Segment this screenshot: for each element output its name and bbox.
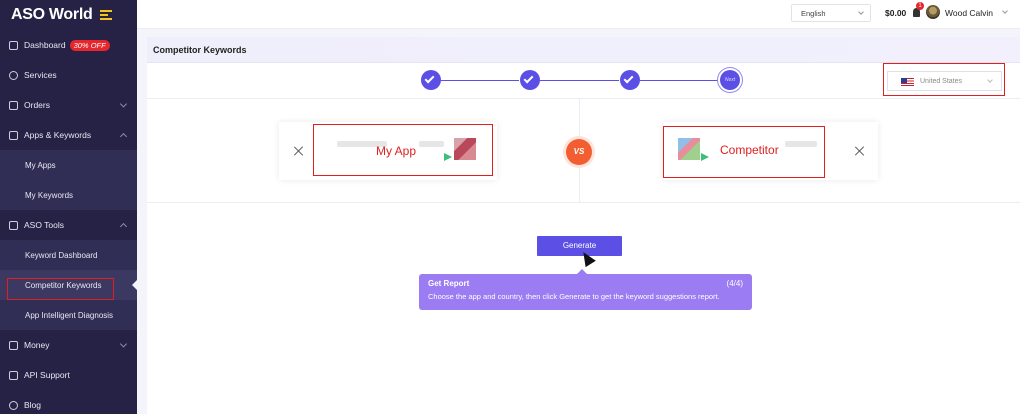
sidebar-item-label: Services <box>24 70 57 80</box>
services-icon <box>9 70 18 80</box>
chevron-down-icon <box>119 100 128 108</box>
sidebar-item-blog[interactable]: Blog <box>0 390 137 414</box>
money-icon <box>9 340 18 350</box>
step-progress: Next United States <box>147 63 1020 99</box>
aso-tools-icon <box>9 220 18 230</box>
chevron-down-icon[interactable] <box>1002 8 1008 14</box>
step-connector <box>441 80 519 82</box>
close-icon[interactable] <box>855 146 865 156</box>
step-4-current: Next <box>720 70 740 90</box>
tooltip-step-counter: (4/4) <box>726 279 743 288</box>
orders-icon <box>9 100 18 110</box>
sidebar-item-label: Dashboard <box>24 40 66 50</box>
page-title: Competitor Keywords <box>147 37 1020 63</box>
step-1-complete <box>421 70 441 90</box>
avatar[interactable] <box>926 5 940 19</box>
highlight-box-country <box>883 63 1005 96</box>
app-comparison: My App VS Competitor <box>147 99 1020 203</box>
sidebar-item-api-support[interactable]: API Support <box>0 360 137 390</box>
user-name[interactable]: Wood Calvin <box>945 8 993 18</box>
chevron-up-icon <box>119 222 128 231</box>
sidebar-item-apps-keywords[interactable]: Apps & Keywords <box>0 120 137 150</box>
blog-icon <box>9 400 18 410</box>
close-icon[interactable] <box>294 146 304 156</box>
account-balance[interactable]: $0.00 <box>885 8 906 18</box>
sidebar-item-label: Money <box>24 340 50 350</box>
notification-count-badge: 1 <box>916 2 924 10</box>
step-2-complete <box>520 70 540 90</box>
check-icon <box>523 73 534 84</box>
highlight-box-my-app <box>313 124 493 176</box>
chevron-down-icon <box>119 340 128 348</box>
sidebar-item-label: API Support <box>24 370 70 380</box>
step-3-complete <box>620 70 640 90</box>
sidebar-item-services[interactable]: Services <box>0 60 137 90</box>
highlight-box-competitor-keywords <box>7 278 114 300</box>
check-icon <box>424 73 435 84</box>
tooltip-title: Get Report <box>428 279 470 288</box>
api-icon <box>9 370 18 380</box>
sidebar-subitem-label: My Keywords <box>25 190 74 200</box>
tooltip-body: Choose the app and country, then click G… <box>428 292 720 301</box>
highlight-box-competitor <box>663 126 825 178</box>
step-connector <box>640 80 719 82</box>
sidebar-item-label: ASO Tools <box>24 220 65 230</box>
competitor-keywords-card: Competitor Keywords Next United States M… <box>147 37 1020 414</box>
brand-logo[interactable]: ASO World <box>0 0 137 30</box>
sidebar-item-label: Orders <box>24 100 50 110</box>
check-icon <box>623 73 634 84</box>
sidebar-item-label: Blog <box>24 400 42 410</box>
menu-toggle-icon[interactable] <box>100 8 113 22</box>
discount-badge: 30% OFF <box>69 39 110 51</box>
sidebar-item-aso-tools[interactable]: ASO Tools <box>0 210 137 240</box>
chevron-down-icon <box>858 9 864 15</box>
sidebar-subitem-label: My Apps <box>25 160 56 170</box>
sidebar-subitem-my-keywords[interactable]: My Keywords <box>0 180 137 210</box>
sidebar-subitem-label: Keyword Dashboard <box>25 250 98 260</box>
sidebar-subitem-my-apps[interactable]: My Apps <box>0 150 137 180</box>
language-value: English <box>801 9 826 18</box>
sidebar-item-label: Apps & Keywords <box>24 130 92 140</box>
sidebar-item-dashboard[interactable]: Dashboard 30% OFF <box>0 30 137 60</box>
apps-keywords-icon <box>9 130 18 140</box>
sidebar-item-money[interactable]: Money <box>0 330 137 360</box>
guide-tooltip: Get Report (4/4) Choose the app and coun… <box>419 269 752 310</box>
sidebar-item-orders[interactable]: Orders <box>0 90 137 120</box>
step-connector <box>540 80 619 82</box>
chevron-up-icon <box>119 132 128 141</box>
top-bar: English $0.00 1 Wood Calvin <box>137 0 1020 29</box>
brand-name: ASO World <box>11 6 93 23</box>
vs-badge: VS <box>566 139 592 165</box>
sidebar-subitem-keyword-dashboard[interactable]: Keyword Dashboard <box>0 240 137 270</box>
dashboard-icon <box>9 40 18 50</box>
language-select[interactable]: English <box>791 4 871 22</box>
sidebar-subitem-app-diagnosis[interactable]: App Intelligent Diagnosis <box>0 300 137 330</box>
sidebar-subitem-label: App Intelligent Diagnosis <box>25 310 114 320</box>
sidebar: ASO World Dashboard 30% OFF Services Ord… <box>0 0 137 414</box>
